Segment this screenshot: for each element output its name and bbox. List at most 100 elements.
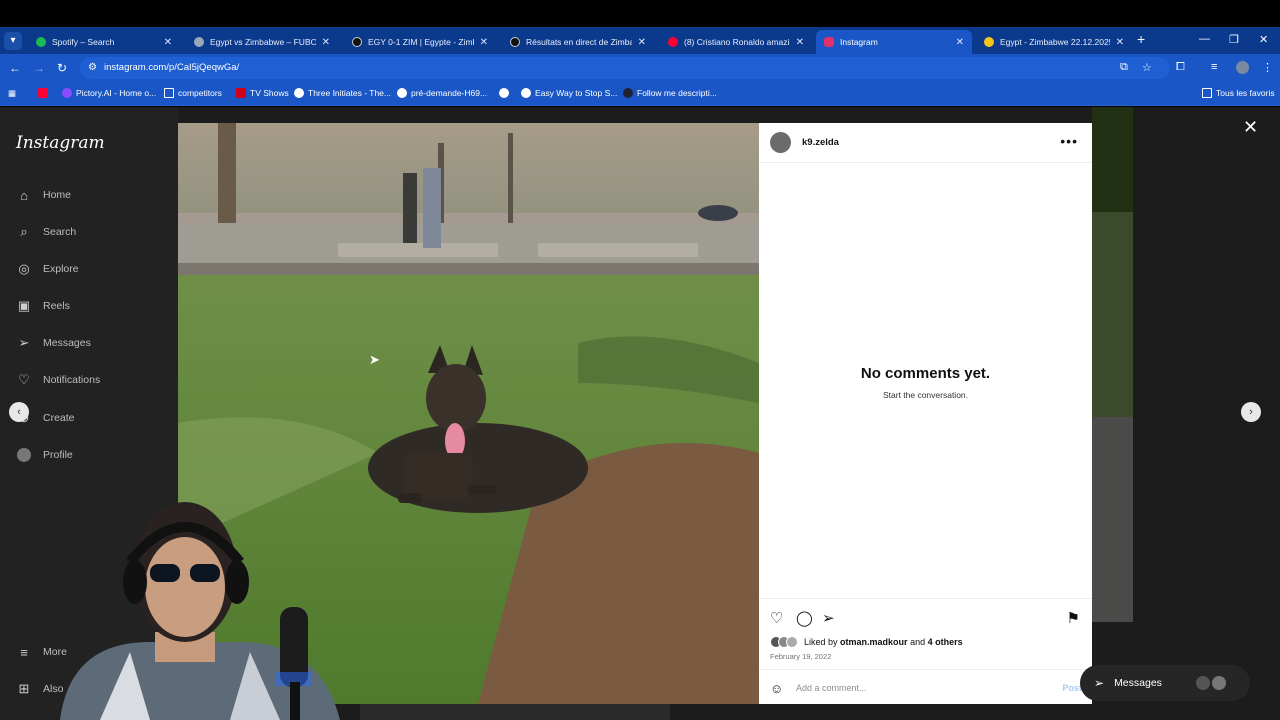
bookmark-easy-way[interactable]: Easy Way to Stop S... <box>521 88 617 98</box>
save-bookmark-icon[interactable]: ⚑ <box>1067 609 1080 627</box>
home-icon: ⌂ <box>20 187 28 203</box>
author-username[interactable]: k9.zelda <box>802 137 839 148</box>
background-thumbnail <box>1092 212 1133 417</box>
bookmark-follow-me[interactable]: Follow me descripti... <box>623 88 717 98</box>
bookmark-three-initiates[interactable]: Three Initiates - The... <box>294 88 391 98</box>
profile-avatar[interactable] <box>1236 61 1249 74</box>
bookmark-pictory[interactable]: Pictory.AI - Home o... <box>62 88 156 98</box>
forward-icon[interactable]: → <box>33 61 45 75</box>
instagram-logo[interactable]: Instagram <box>16 133 105 153</box>
sidebar-item-profile[interactable]: Profile <box>16 447 73 463</box>
sidebar-item-search[interactable]: ⌕ Search <box>16 224 76 240</box>
like-heart-icon[interactable]: ♡ <box>770 609 783 627</box>
tab-spotify[interactable]: Spotify – Search ✕ <box>28 30 180 54</box>
close-icon[interactable]: ✕ <box>796 37 804 48</box>
globe-icon <box>499 88 509 98</box>
sidebar-item-reels[interactable]: ▣ Reels <box>16 298 70 314</box>
globe-icon <box>194 37 204 47</box>
messages-pill[interactable]: ➢ Messages <box>1080 665 1250 701</box>
sidebar-item-home[interactable]: ⌂ Home <box>16 187 71 203</box>
address-bar: ← → ↻ ⚙ instagram.com/p/CaI5jQeqwGa/ ⧉ ☆… <box>0 54 1280 82</box>
spotify-icon <box>36 37 46 47</box>
close-icon[interactable]: ✕ <box>164 37 172 48</box>
comment-input[interactable]: Add a comment... <box>796 683 867 693</box>
menu-dots-icon[interactable]: ⋮ <box>1262 61 1273 74</box>
close-window-icon[interactable]: ✕ <box>1259 33 1268 46</box>
share-icon[interactable]: ➢ <box>822 609 835 627</box>
tab-flashscore[interactable]: Egypt - Zimbabwe 22.12.2025 ✕ <box>976 30 1132 54</box>
liked-by: Liked by otman.madkour and 4 others <box>770 636 963 648</box>
site-icon <box>352 37 362 47</box>
close-icon[interactable]: ✕ <box>1116 37 1124 48</box>
compass-icon: ◎ <box>18 261 30 276</box>
folder-icon <box>1202 88 1212 98</box>
threads-icon: ⊞ <box>18 681 30 696</box>
bookmark-blank[interactable] <box>499 88 513 98</box>
tab-resultats[interactable]: Résultats en direct de Zimbab ✕ <box>502 30 654 54</box>
new-tab-button[interactable]: + <box>1137 31 1145 47</box>
author-avatar[interactable] <box>770 132 791 153</box>
install-app-icon[interactable]: ⧉ <box>1120 61 1128 74</box>
liker-username[interactable]: otman.madkour <box>840 637 908 647</box>
heart-icon: ♡ <box>18 372 30 387</box>
comment-icon[interactable]: ◯ <box>796 609 813 627</box>
webcam-overlay <box>60 502 340 720</box>
extensions-icon[interactable]: ⧠ <box>1176 61 1185 74</box>
background-thumbnail <box>1092 107 1133 212</box>
more-options-icon[interactable]: ••• <box>1060 133 1078 149</box>
close-icon[interactable]: ✕ <box>638 37 646 48</box>
apps-grid-icon[interactable]: ▦ <box>8 88 16 99</box>
messenger-icon: ➢ <box>18 335 30 350</box>
search-icon: ⌕ <box>20 224 28 239</box>
hamburger-icon: ≡ <box>20 644 28 660</box>
no-comments-subtitle: Start the conversation. <box>882 390 969 400</box>
reload-icon[interactable]: ↻ <box>57 61 67 75</box>
close-modal-icon[interactable]: ✕ <box>1243 117 1258 138</box>
avatar-icon <box>16 447 32 463</box>
site-icon <box>984 37 994 47</box>
contact-avatar <box>1195 676 1210 690</box>
minimize-icon[interactable]: — <box>1199 33 1210 45</box>
likes-others-link[interactable]: 4 others <box>928 637 963 647</box>
restore-icon[interactable]: ❐ <box>1229 33 1239 46</box>
sidebar-item-explore[interactable]: ◎ Explore <box>16 261 78 277</box>
bookmark-pre-demande[interactable]: pré-demande-H69... <box>397 88 487 98</box>
tab-instagram[interactable]: Instagram ✕ <box>816 30 972 54</box>
messenger-icon: ➢ <box>1094 676 1105 690</box>
tab-fubo[interactable]: Egypt vs Zimbabwe – FUBO TV✕ <box>186 30 338 54</box>
close-icon[interactable]: ✕ <box>956 37 964 48</box>
comment-bar: ☺ Add a comment... Post <box>759 669 1092 705</box>
next-post-arrow-icon[interactable]: › <box>1241 402 1261 422</box>
liker-avatar <box>786 636 798 648</box>
close-icon[interactable]: ✕ <box>322 37 330 48</box>
post-actions: ♡ ◯ ➢ ⚑ Liked by otman.madkour and 4 oth… <box>759 598 1092 704</box>
youtube-icon <box>668 37 678 47</box>
tab-search-button[interactable]: ▾ <box>4 31 22 50</box>
sidebar-item-messages[interactable]: ➢ Messages <box>16 335 91 351</box>
bookmark-competitors[interactable]: competitors <box>164 88 222 98</box>
bookmark-tv-shows[interactable]: TV Shows <box>236 88 289 98</box>
previous-post-arrow-icon[interactable]: ‹ <box>9 402 29 422</box>
window-top-bar <box>0 0 1280 27</box>
post-comment-button[interactable]: Post <box>1062 683 1082 693</box>
site-info-icon[interactable]: ⚙ <box>88 62 97 73</box>
tab-egy-zim[interactable]: EGY 0-1 ZIM | Egypte - Zimbab✕ <box>344 30 496 54</box>
tab-youtube[interactable]: (8) Cristiano Ronaldo amazing ✕ <box>660 30 812 54</box>
url-field[interactable]: ⚙ instagram.com/p/CaI5jQeqwGa/ <box>80 57 1170 79</box>
instagram-icon <box>824 37 834 47</box>
all-bookmarks[interactable]: Tous les favoris <box>1202 88 1275 98</box>
bookmark-star-icon[interactable]: ☆ <box>1142 61 1152 74</box>
close-icon[interactable]: ✕ <box>480 37 488 48</box>
bookmark-youtube[interactable] <box>38 88 52 98</box>
instagram-page: Instagram ⌂ Home ⌕ Search ◎ Explore ▣ Reels … <box>0 107 1280 720</box>
sidebar-item-notifications[interactable]: ♡ Notifications <box>16 372 100 388</box>
globe-icon <box>521 88 531 98</box>
site-icon <box>623 88 633 98</box>
back-icon[interactable]: ← <box>9 61 21 75</box>
emoji-icon[interactable]: ☺ <box>770 681 783 696</box>
contact-avatar <box>1211 676 1226 690</box>
youtube-icon <box>38 88 48 98</box>
media-control-icon[interactable]: ≡ <box>1211 61 1217 73</box>
mouse-cursor: ➤ <box>369 352 380 367</box>
globe-icon <box>294 88 304 98</box>
